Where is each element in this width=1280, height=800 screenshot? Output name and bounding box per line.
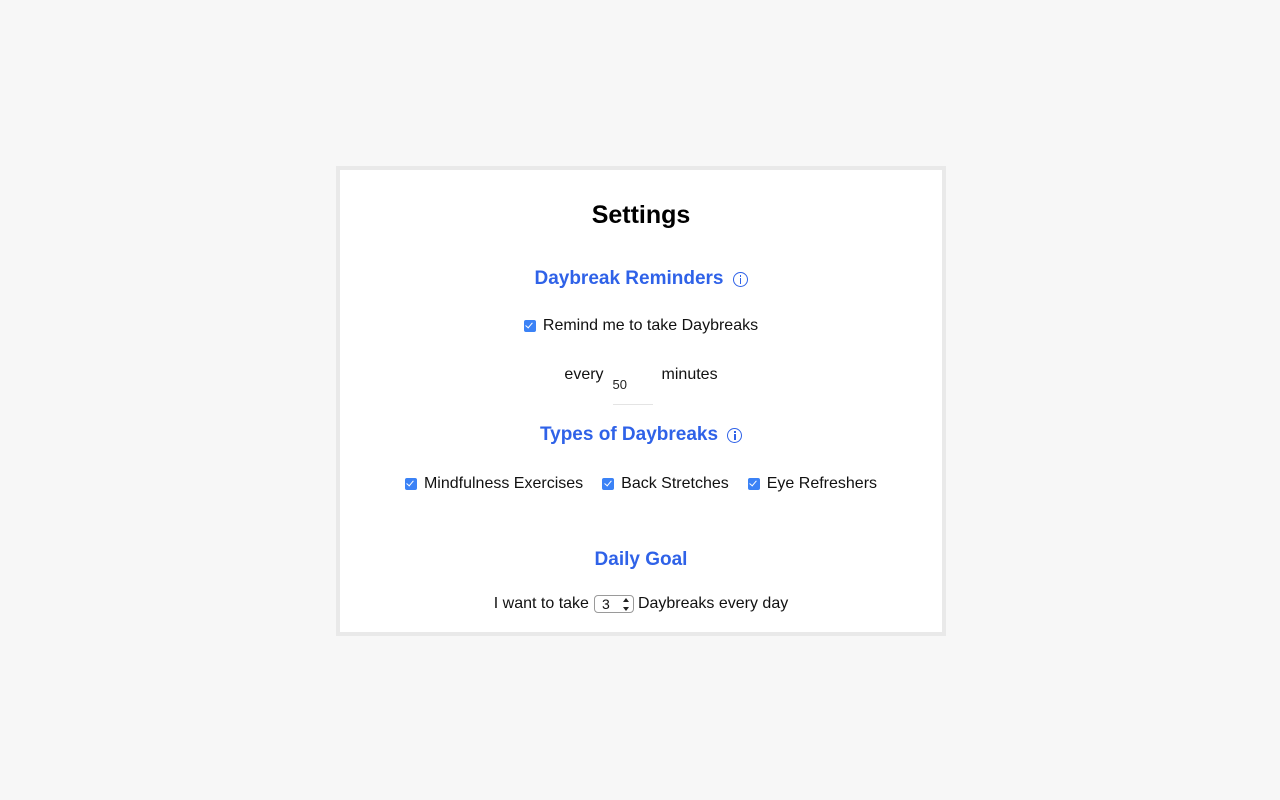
minutes-label: minutes xyxy=(661,366,718,383)
back-stretches-checkbox[interactable] xyxy=(602,478,615,490)
goal-prefix: I want to take xyxy=(493,595,589,612)
info-icon[interactable] xyxy=(732,271,748,287)
page-title: Settings xyxy=(340,198,942,232)
every-label: every xyxy=(564,366,604,383)
page-title-text: Settings xyxy=(591,200,691,229)
goal-heading-text: Daily Goal xyxy=(594,549,688,570)
section-heading-types: Types of Daybreaks xyxy=(340,421,942,449)
section-heading-reminders: Daybreak Reminders xyxy=(340,265,942,293)
remind-label: Remind me to take Daybreaks xyxy=(542,317,759,334)
type-option-back-stretches[interactable]: Back Stretches xyxy=(602,475,729,493)
info-icon[interactable] xyxy=(727,427,743,443)
settings-panel: Settings Daybreak Reminders Remind me to… xyxy=(336,166,946,636)
mindfulness-checkbox[interactable] xyxy=(404,478,417,490)
type-option-label: Eye Refreshers xyxy=(766,475,878,492)
interval-row: every minutes xyxy=(340,362,942,405)
remind-option: Remind me to take Daybreaks xyxy=(340,313,942,339)
type-option-label: Mindfulness Exercises xyxy=(423,475,584,492)
types-heading-text: Types of Daybreaks xyxy=(539,424,719,445)
type-option-mindfulness[interactable]: Mindfulness Exercises xyxy=(404,475,584,493)
reminders-heading-text: Daybreak Reminders xyxy=(534,268,724,289)
goal-row: I want to take 3 Daybreaks every day xyxy=(340,591,942,617)
eye-refreshers-checkbox[interactable] xyxy=(747,478,760,490)
interval-input[interactable] xyxy=(612,365,653,405)
types-options: Mindfulness Exercises Back Stretches Eye… xyxy=(340,471,942,497)
up-down-arrows-icon xyxy=(622,598,630,611)
section-heading-goal: Daily Goal xyxy=(340,546,942,574)
type-option-eye-refreshers[interactable]: Eye Refreshers xyxy=(747,475,878,493)
remind-checkbox[interactable] xyxy=(523,320,536,332)
daily-goal-value: 3 xyxy=(601,596,610,612)
type-option-label: Back Stretches xyxy=(621,475,729,492)
goal-suffix: Daybreaks every day xyxy=(637,595,789,612)
daily-goal-select[interactable]: 3 xyxy=(593,595,634,613)
